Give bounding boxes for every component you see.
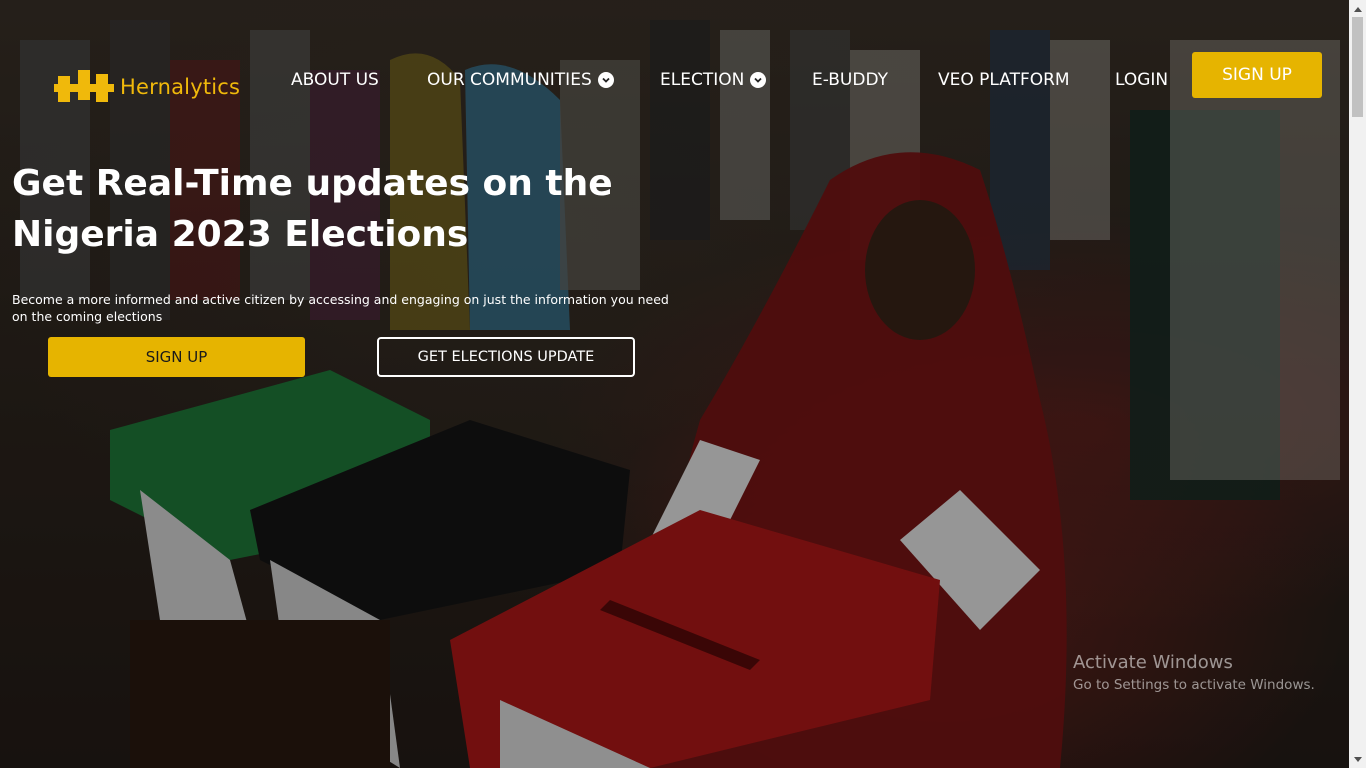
scrollbar-thumb[interactable] bbox=[1352, 17, 1363, 117]
nav-e-buddy[interactable]: E-BUDDY bbox=[812, 70, 888, 90]
page-scrollbar[interactable] bbox=[1349, 0, 1366, 768]
hero-subtext: Become a more informed and active citize… bbox=[12, 292, 669, 324]
nav-about-us[interactable]: ABOUT US bbox=[291, 70, 379, 90]
nav-item-label: VEO PLATFORM bbox=[938, 70, 1070, 90]
header-signup-button[interactable]: SIGN UP bbox=[1192, 52, 1322, 98]
nav-item-label: ELECTION bbox=[660, 70, 745, 90]
brand-name: Hernalytics bbox=[120, 75, 241, 99]
nav-item-label: ABOUT US bbox=[291, 70, 379, 90]
hero-headline: Get Real-Time updates on the Nigeria 202… bbox=[12, 163, 613, 255]
hernalytics-logo[interactable]: Hernalytics bbox=[54, 70, 240, 104]
nav-veo-platform[interactable]: VEO PLATFORM bbox=[938, 70, 1070, 90]
nav-election[interactable]: ELECTION bbox=[660, 70, 767, 90]
watermark-title: Activate Windows bbox=[1073, 652, 1233, 673]
watermark-subtitle: Go to Settings to activate Windows. bbox=[1073, 677, 1315, 693]
nav-item-label: LOGIN bbox=[1115, 70, 1169, 90]
scroll-down-arrow-icon[interactable] bbox=[1349, 751, 1366, 768]
windows-activation-watermark: Activate Windows Go to Settings to activ… bbox=[1073, 652, 1315, 693]
logo-mark-icon bbox=[54, 70, 114, 102]
chevron-down-icon bbox=[597, 72, 614, 88]
get-elections-update-button[interactable]: GET ELECTIONS UPDATE bbox=[377, 337, 635, 377]
nav-item-label: E-BUDDY bbox=[812, 70, 889, 90]
hero-section: Hernalytics ABOUT US OUR COMMUNITIES ELE… bbox=[0, 0, 1349, 768]
hero-signup-button[interactable]: SIGN UP bbox=[48, 337, 305, 377]
chevron-down-icon bbox=[750, 72, 767, 88]
scroll-up-arrow-icon[interactable] bbox=[1349, 0, 1366, 17]
nav-login[interactable]: LOGIN bbox=[1115, 70, 1168, 90]
nav-our-communities[interactable]: OUR COMMUNITIES bbox=[427, 70, 614, 90]
nav-item-label: OUR COMMUNITIES bbox=[427, 70, 592, 90]
